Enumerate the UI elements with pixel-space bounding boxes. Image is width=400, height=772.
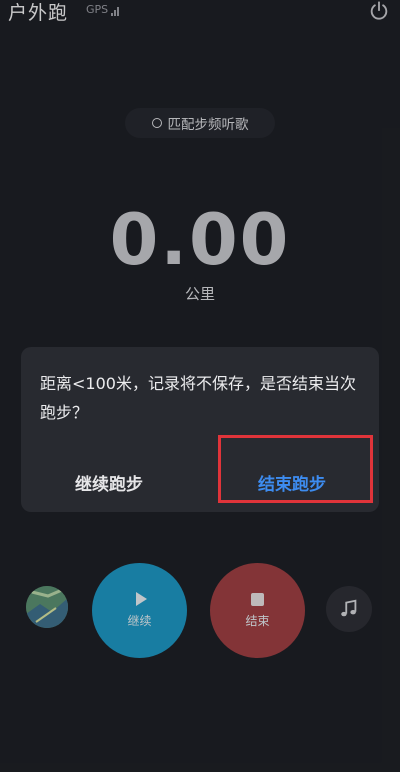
dialog-message: 距离<100米，记录将不保存，是否结束当次跑步？ bbox=[40, 374, 356, 422]
end-run-dialog: 距离<100米，记录将不保存，是否结束当次跑步？ 继续跑步 结束跑步 bbox=[21, 347, 379, 512]
continue-run-button[interactable]: 继续跑步 bbox=[34, 462, 184, 502]
end-run-button[interactable]: 结束跑步 bbox=[217, 462, 367, 502]
outdoor-run-screen: 户外跑 GPS 匹配步频听歌 0.00 公里 继续 结束 距离<100米，记录将… bbox=[0, 0, 400, 772]
